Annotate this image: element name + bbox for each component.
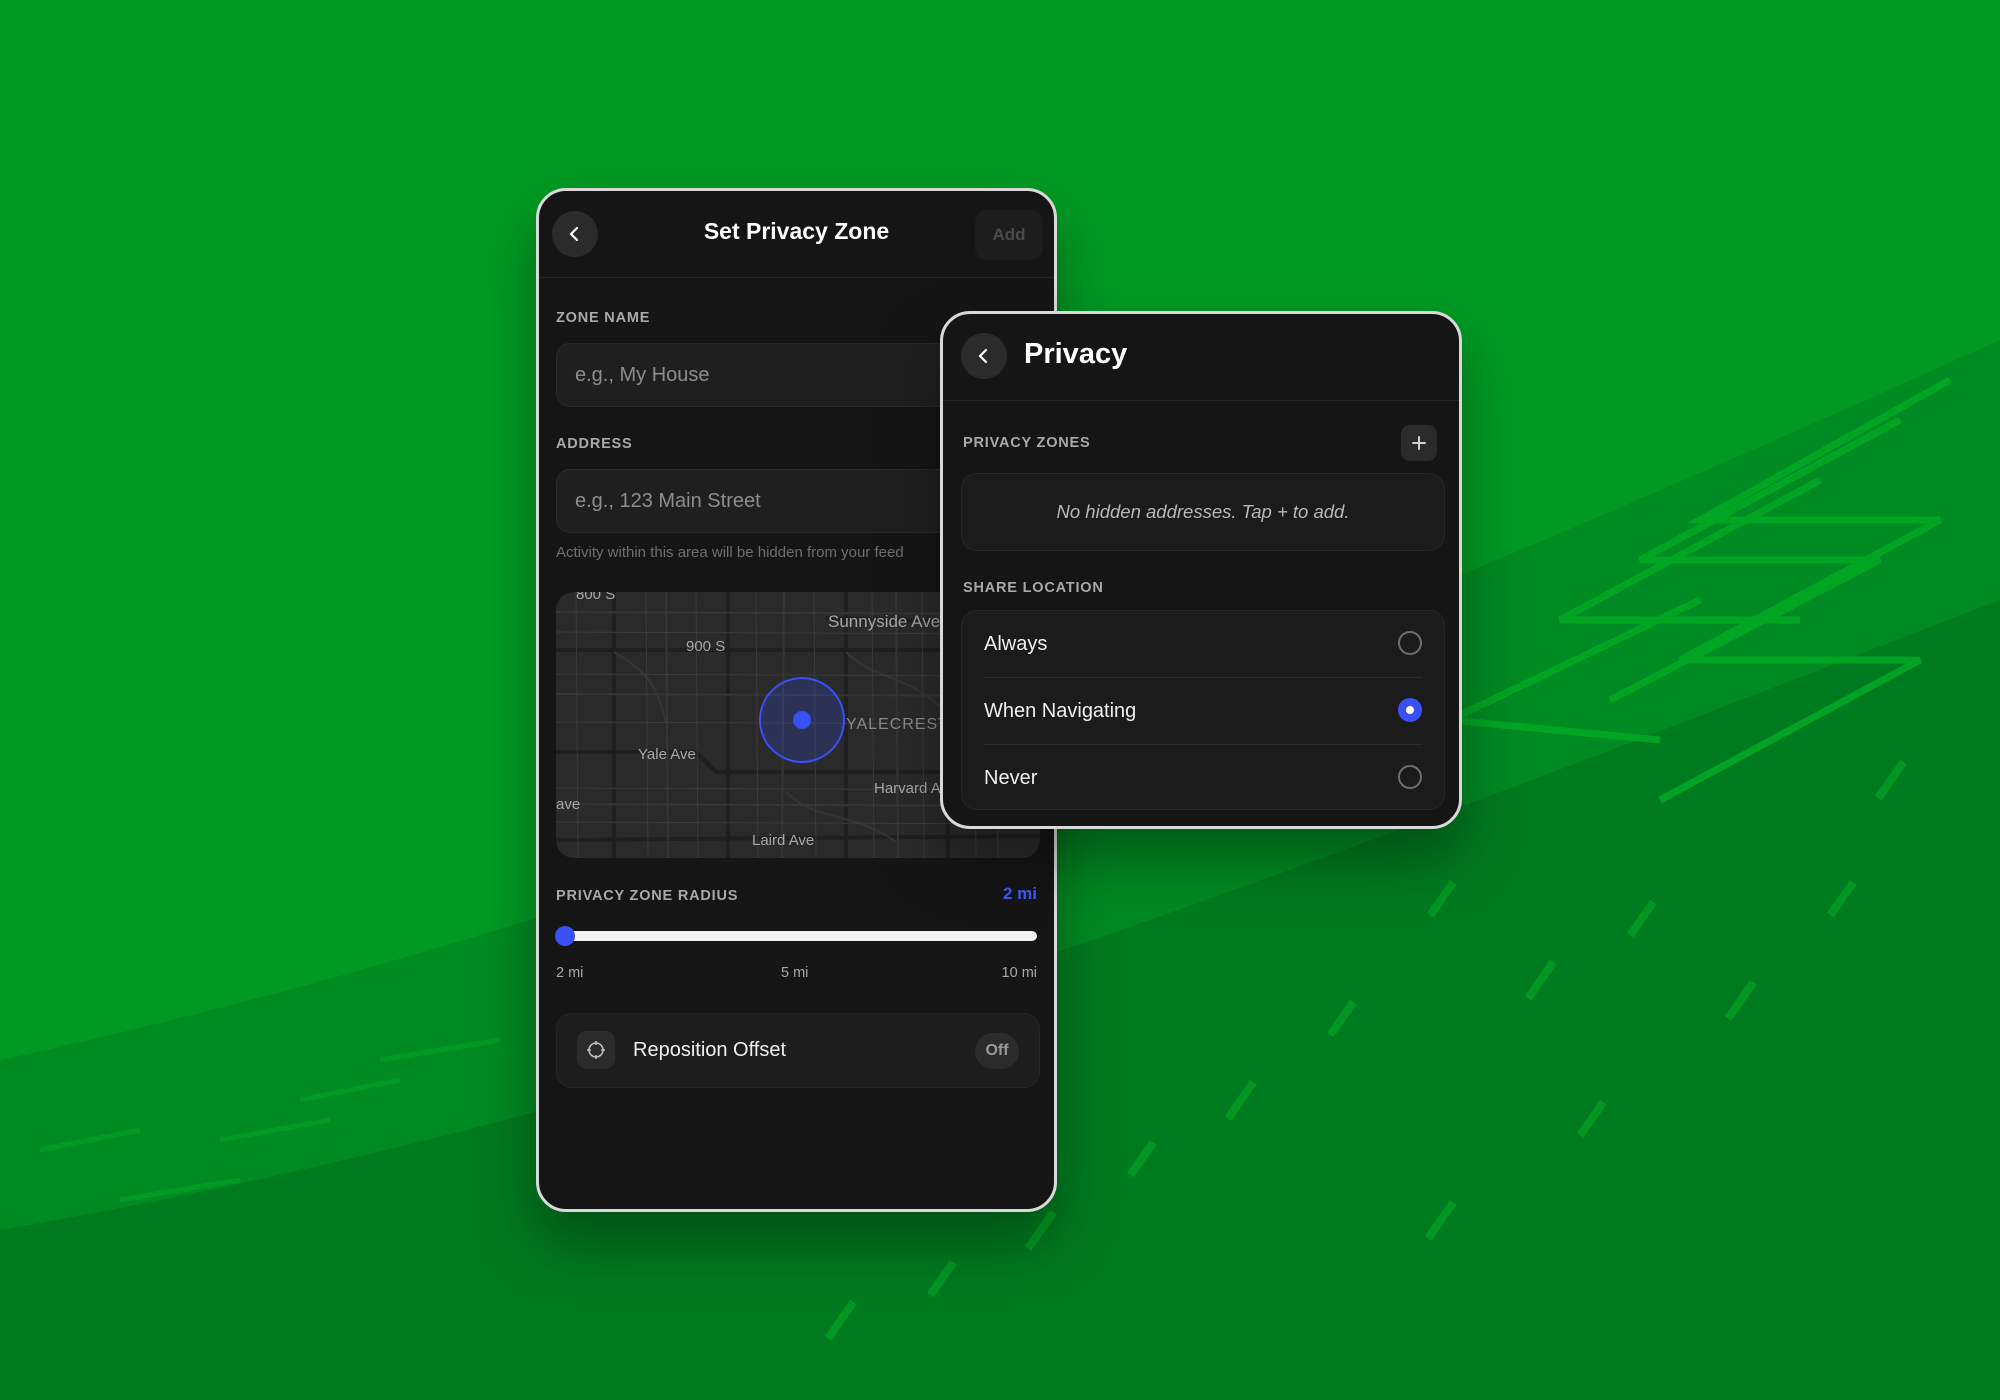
share-location-options: Always When Navigating Never bbox=[961, 610, 1445, 810]
crosshair-icon bbox=[577, 1031, 615, 1069]
reposition-toggle[interactable]: Off bbox=[975, 1033, 1019, 1069]
privacy-zones-label: PRIVACY ZONES bbox=[963, 435, 1091, 451]
map-label: YALECREST bbox=[846, 716, 949, 733]
address-helper-text: Activity within this area will be hidden… bbox=[556, 544, 904, 561]
reposition-offset-label: Reposition Offset bbox=[633, 1039, 787, 1061]
address-label: ADDRESS bbox=[556, 436, 633, 452]
radius-slider-track[interactable] bbox=[561, 931, 1037, 941]
radius-tick-min: 2 mi bbox=[556, 965, 584, 981]
empty-zones-message: No hidden addresses. Tap + to add. bbox=[961, 473, 1445, 551]
zone-name-label: ZONE NAME bbox=[556, 310, 651, 326]
option-never[interactable]: Never bbox=[962, 745, 1444, 811]
map-label: Sunnyside Ave bbox=[828, 612, 941, 631]
map-label: Laird Ave bbox=[752, 832, 815, 849]
map-label: ave bbox=[556, 796, 581, 813]
reposition-offset-row[interactable]: Reposition Offset Off bbox=[556, 1013, 1040, 1088]
zone-header: Set Privacy Zone Add bbox=[539, 191, 1054, 278]
radius-slider-thumb[interactable] bbox=[555, 926, 575, 946]
map-label: Yale Ave bbox=[638, 746, 696, 763]
option-label: Always bbox=[984, 633, 1048, 655]
radio-button[interactable] bbox=[1398, 631, 1422, 655]
radius-tick-max: 10 mi bbox=[1001, 965, 1037, 981]
radio-button[interactable] bbox=[1398, 765, 1422, 789]
privacy-screen: Privacy PRIVACY ZONES No hidden addresse… bbox=[940, 311, 1462, 829]
radius-tick-mid: 5 mi bbox=[781, 965, 809, 981]
plus-icon bbox=[1412, 436, 1426, 450]
radius-label: PRIVACY ZONE RADIUS bbox=[556, 888, 739, 904]
add-button[interactable]: Add bbox=[975, 210, 1043, 260]
share-location-label: SHARE LOCATION bbox=[963, 580, 1104, 596]
page-title: Privacy bbox=[1024, 338, 1128, 370]
chevron-left-icon bbox=[978, 348, 988, 364]
map-label: 800 S bbox=[576, 592, 616, 603]
radio-button[interactable] bbox=[1398, 698, 1422, 722]
privacy-header: Privacy bbox=[943, 314, 1459, 401]
back-button[interactable] bbox=[961, 333, 1007, 379]
add-zone-button[interactable] bbox=[1401, 425, 1437, 461]
option-label: When Navigating bbox=[984, 700, 1137, 722]
map-label: 900 S bbox=[686, 638, 726, 655]
option-always[interactable]: Always bbox=[962, 611, 1444, 677]
radius-value: 2 mi bbox=[1002, 884, 1037, 903]
option-when-navigating[interactable]: When Navigating bbox=[962, 678, 1444, 744]
option-label: Never bbox=[984, 767, 1038, 789]
